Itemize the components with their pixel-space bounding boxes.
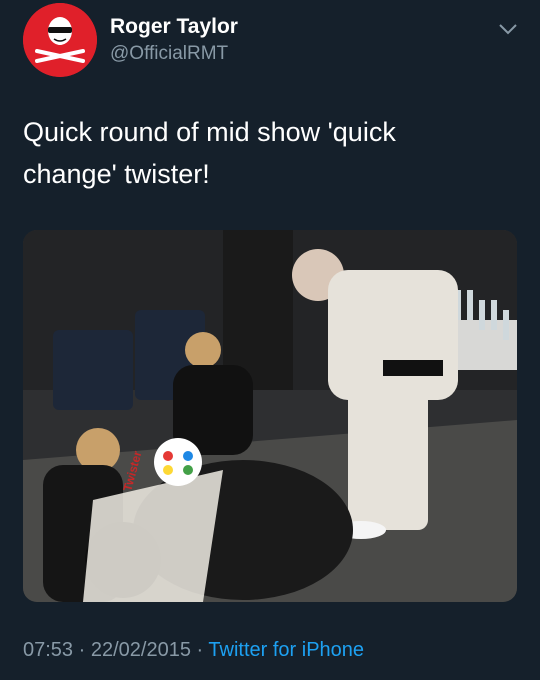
tweet-header: Roger Taylor @OfficialRMT	[23, 3, 523, 83]
skull-logo-icon	[23, 3, 97, 77]
author-handle[interactable]: @OfficialRMT	[110, 43, 228, 65]
tweet-text-line: change' twister!	[23, 159, 210, 189]
photo-illustration: Twister	[23, 230, 517, 602]
meta-separator: ·	[196, 639, 204, 661]
tweet-date[interactable]: 22/02/2015	[91, 639, 191, 661]
author-display-name[interactable]: Roger Taylor	[110, 15, 238, 39]
tweet-source-link[interactable]: Twitter for iPhone	[208, 639, 364, 661]
meta-separator: ·	[78, 639, 86, 661]
tweet-meta: 07:53 · 22/02/2015 · Twitter for iPhone	[23, 639, 364, 662]
tweet-text-line: Quick round of mid show 'quick	[23, 117, 396, 147]
tweet-text: Quick round of mid show 'quick change' t…	[23, 111, 513, 195]
chevron-down-icon[interactable]	[496, 17, 520, 41]
tweet-photo[interactable]: Twister	[23, 230, 517, 602]
tweet-time[interactable]: 07:53	[23, 639, 73, 661]
avatar[interactable]	[23, 3, 97, 77]
